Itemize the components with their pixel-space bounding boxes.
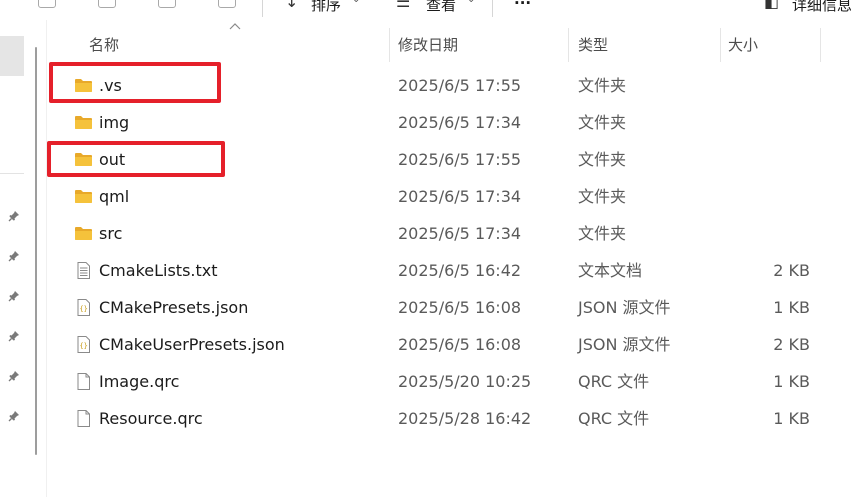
file-modified-date: 2025/6/5 16:08 <box>398 298 522 317</box>
file-size <box>737 67 810 104</box>
file-row[interactable]: {} CMakeUserPresets.json 2025/6/5 16:08 JSO… <box>47 326 851 363</box>
file-type: 文件夹 <box>578 187 627 206</box>
file-size <box>737 141 810 178</box>
file-modified-date: 2025/6/5 17:55 <box>398 150 522 169</box>
toolbar: ↓ 排序 ⌄ ☰ 查看 ⌄ ··· ◧ 详细信息 <box>0 0 851 20</box>
file-modified-date: 2025/6/5 17:34 <box>398 187 522 206</box>
toolbar-separator <box>492 0 493 17</box>
column-header-size[interactable]: 大小 <box>728 20 758 64</box>
sort-ascending-icon <box>229 23 241 30</box>
sort-icon[interactable]: ↓ <box>285 0 298 11</box>
nav-scrollbar[interactable] <box>35 47 37 455</box>
column-separator[interactable] <box>389 28 390 62</box>
file-name: src <box>99 224 123 243</box>
file-row[interactable]: Image.qrc 2025/5/20 10:25 QRC 文件 1 KB <box>47 363 851 400</box>
file-modified-date: 2025/6/5 16:42 <box>398 261 522 280</box>
file-name: Resource.qrc <box>99 409 203 428</box>
file-type: QRC 文件 <box>578 372 650 391</box>
svg-text:{}: {} <box>79 305 87 313</box>
details-pane-icon[interactable]: ◧ <box>764 0 779 11</box>
file-size: 2 KB <box>773 261 810 280</box>
text-file-icon <box>74 262 93 279</box>
blank-file-icon <box>74 410 93 427</box>
folder-icon <box>74 77 93 94</box>
column-header-type[interactable]: 类型 <box>578 20 608 64</box>
file-list: .vs 2025/6/5 17:55 文件夹 img 2025/6/5 17:34 文件夹… <box>47 67 851 437</box>
column-header-name[interactable]: 名称 <box>89 20 119 64</box>
copy-icon[interactable] <box>98 0 116 8</box>
file-row[interactable]: out 2025/6/5 17:55 文件夹 <box>47 141 851 178</box>
json-file-icon: {} <box>74 299 93 316</box>
file-modified-date: 2025/6/5 16:08 <box>398 335 522 354</box>
file-row[interactable]: src 2025/6/5 17:34 文件夹 <box>47 215 851 252</box>
delete-icon[interactable] <box>218 0 236 8</box>
file-name: out <box>99 150 126 169</box>
column-separator[interactable] <box>568 28 569 62</box>
file-modified-date: 2025/6/5 17:34 <box>398 224 522 243</box>
file-row[interactable]: {} CMakePresets.json 2025/6/5 16:08 JSON 源文… <box>47 289 851 326</box>
file-name: CMakeUserPresets.json <box>99 335 285 354</box>
new-item-icon[interactable] <box>38 0 56 8</box>
file-row[interactable]: qml 2025/6/5 17:34 文件夹 <box>47 178 851 215</box>
file-type: JSON 源文件 <box>578 298 671 317</box>
column-separator[interactable] <box>720 28 721 62</box>
file-row[interactable]: .vs 2025/6/5 17:55 文件夹 <box>47 67 851 104</box>
file-type: 文本文档 <box>578 261 643 280</box>
file-name: Image.qrc <box>99 372 180 391</box>
view-button[interactable]: 查看 <box>426 0 456 15</box>
file-size: 2 KB <box>773 335 810 354</box>
folder-icon <box>74 225 93 242</box>
share-icon[interactable] <box>158 0 176 8</box>
view-icon[interactable]: ☰ <box>396 0 410 11</box>
file-name: qml <box>99 187 130 206</box>
file-size: 1 KB <box>773 409 810 428</box>
navigation-pane <box>0 20 46 497</box>
folder-icon <box>74 151 93 168</box>
file-modified-date: 2025/5/20 10:25 <box>398 372 532 391</box>
file-type: 文件夹 <box>578 76 627 95</box>
file-type: 文件夹 <box>578 113 627 132</box>
column-separator[interactable] <box>820 28 821 62</box>
file-size <box>737 104 810 141</box>
sort-button[interactable]: 排序 <box>311 0 341 15</box>
column-header: 名称 修改日期 类型 大小 <box>47 20 851 64</box>
file-modified-date: 2025/5/28 16:42 <box>398 409 532 428</box>
folder-icon <box>74 114 93 131</box>
svg-text:{}: {} <box>79 342 87 350</box>
pin-icon[interactable] <box>8 410 20 422</box>
toolbar-separator <box>262 0 263 17</box>
nav-divider <box>0 173 24 174</box>
pin-icon[interactable] <box>8 370 20 382</box>
file-name: .vs <box>99 76 122 95</box>
file-name: img <box>99 113 130 132</box>
file-size: 1 KB <box>773 372 810 391</box>
file-type: 文件夹 <box>578 224 627 243</box>
file-size: 1 KB <box>773 298 810 317</box>
folder-icon <box>74 188 93 205</box>
nav-selected-item[interactable] <box>0 36 24 76</box>
pin-icon[interactable] <box>8 210 20 222</box>
file-type: 文件夹 <box>578 150 627 169</box>
file-size <box>737 215 810 252</box>
pin-icon[interactable] <box>8 250 20 262</box>
file-modified-date: 2025/6/5 17:34 <box>398 113 522 132</box>
json-file-icon: {} <box>74 336 93 353</box>
column-header-modified[interactable]: 修改日期 <box>398 20 458 64</box>
blank-file-icon <box>74 373 93 390</box>
file-modified-date: 2025/6/5 17:55 <box>398 76 522 95</box>
file-name: CmakeLists.txt <box>99 261 218 280</box>
more-options-button[interactable]: ··· <box>514 0 531 12</box>
details-button[interactable]: 详细信息 <box>792 0 851 15</box>
pin-icon[interactable] <box>8 290 20 302</box>
file-type: QRC 文件 <box>578 409 650 428</box>
file-size <box>737 178 810 215</box>
file-row[interactable]: img 2025/6/5 17:34 文件夹 <box>47 104 851 141</box>
file-type: JSON 源文件 <box>578 335 671 354</box>
file-name: CMakePresets.json <box>99 298 249 317</box>
pin-icon[interactable] <box>8 330 20 342</box>
file-row[interactable]: Resource.qrc 2025/5/28 16:42 QRC 文件 1 KB <box>47 400 851 437</box>
sort-chevron-down-icon[interactable]: ⌄ <box>352 0 360 5</box>
view-chevron-down-icon[interactable]: ⌄ <box>467 0 475 5</box>
file-row[interactable]: CmakeLists.txt 2025/6/5 16:42 文本文档 2 KB <box>47 252 851 289</box>
